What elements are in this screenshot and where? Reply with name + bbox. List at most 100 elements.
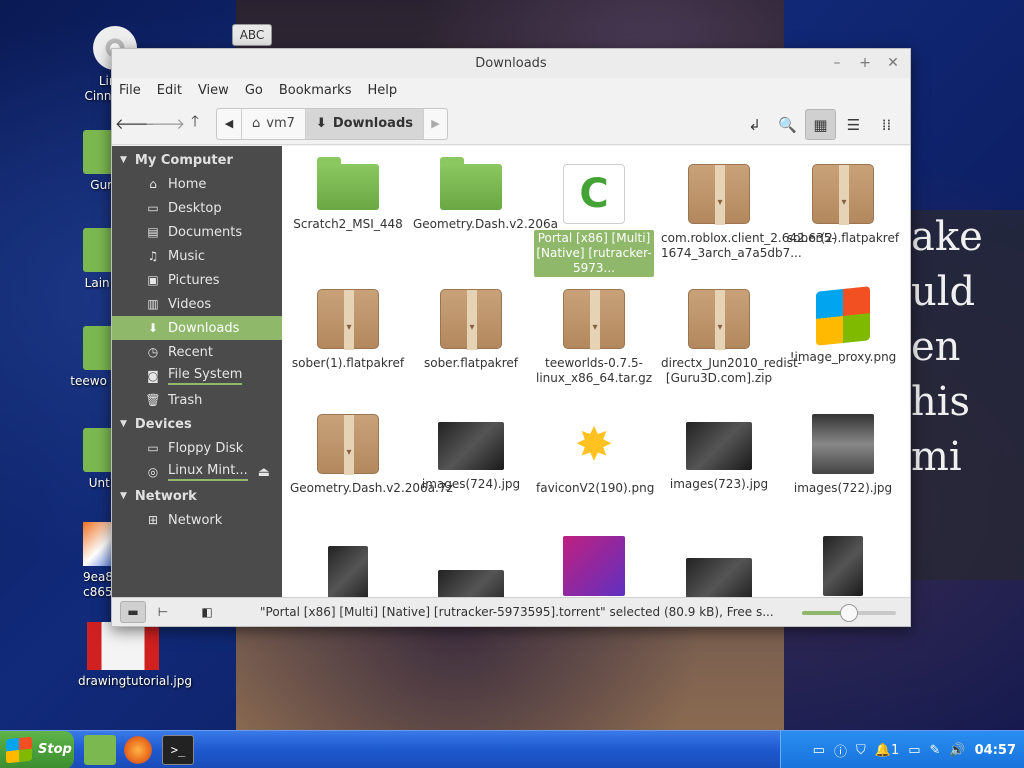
shield-icon[interactable]: ⛉ [856,743,866,758]
toggle-sidebar-button[interactable]: ◧ [194,601,220,623]
sidebar-item-linux-mint[interactable]: ◎ Linux Mint... ⏏ [112,460,282,484]
sidebar-item-label: Downloads [168,320,240,336]
file-item[interactable] [783,536,903,598]
file-item[interactable]: ✸ faviconV2(190).png [534,414,654,497]
package-icon [317,414,379,475]
taskbar-firefox[interactable] [124,735,152,764]
start-button-label: Stop [38,742,72,757]
breadcrumb-home[interactable]: ⌂ vm7 [241,108,305,139]
list-view-button[interactable]: ☰ [838,109,869,140]
keyboard-layout-badge[interactable]: ABC [232,24,272,46]
clock[interactable]: 04:57 [975,743,1016,758]
file-item[interactable]: images(724).jpg [411,414,531,493]
show-places-button[interactable]: ▬ [120,601,146,623]
maximize-button[interactable]: + [858,49,872,78]
desktop-icon-drawingtutorial[interactable]: drawingtutorial.jpg [78,622,192,689]
menu-view[interactable]: View [198,83,229,98]
status-text: "Portal [x86] [Multi] [Native] [rutracke… [260,605,774,619]
sidebar-item-recent[interactable]: ◷ Recent [112,340,282,364]
file-item[interactable]: directx_Jun2010_redist-[Guru3D.com].zip [659,289,802,387]
eject-icon[interactable]: ⏏ [258,465,270,480]
taskbar: Stop >_ ▭ ⓘ ⛉ 🔔1 ▭ ✎ 🔊 04:57 [0,730,1024,768]
window-titlebar[interactable]: Downloads – + ✕ [112,49,910,78]
zoom-slider[interactable] [802,604,896,622]
minimize-button[interactable]: – [830,49,844,78]
clipboard-icon[interactable]: ⓘ [834,741,847,760]
compact-view-button[interactable]: ⁞⁞ [871,109,902,140]
file-name: images(723).jpg [669,477,769,491]
menu-help[interactable]: Help [367,83,397,98]
file-item[interactable]: images(723).jpg [659,414,779,493]
sidebar-header-devices[interactable]: ▼ Devices [112,412,282,436]
file-item[interactable] [659,550,779,598]
compact-grid-icon: ⁞⁞ [881,115,892,134]
file-item[interactable] [411,562,531,598]
file-item[interactable]: sober(1).flatpakref [288,289,408,372]
file-item-selected[interactable]: C Portal [x86] [Multi] [Native] [rutrack… [534,164,654,277]
search-icon: 🔍 [778,115,797,134]
file-grid[interactable]: Scratch2_MSI_448 Geometry.Dash.v2.206a C… [282,146,910,598]
close-button[interactable]: ✕ [886,49,900,78]
menu-go[interactable]: Go [245,83,263,98]
file-item[interactable]: sober.flatpakref [411,289,531,372]
sidebar-item-trash[interactable]: 🗑 Trash [112,388,282,412]
volume-icon[interactable]: 🔊 [949,743,965,758]
window-list-icon[interactable]: ▭ [908,743,920,758]
notification-icon[interactable]: 🔔1 [875,743,899,758]
display-icon[interactable]: ▭ [813,743,825,758]
menu-bookmarks[interactable]: Bookmarks [279,83,352,98]
file-manager-window[interactable]: Downloads – + ✕ File Edit View Go Bookma… [111,48,911,627]
sidebar-header-network[interactable]: ▼ Network [112,484,282,508]
show-treeview-button[interactable]: ⊢ [150,601,176,623]
file-item[interactable] [288,546,408,598]
network-icon[interactable]: ✎ [930,743,941,758]
file-item[interactable]: !image_proxy.png [783,286,903,366]
sidebar-item-network[interactable]: ⊞ Network [112,508,282,532]
wallpaper-text-line: en [911,324,961,370]
start-button[interactable]: Stop [0,730,74,768]
window-controls: – + ✕ [830,49,900,78]
breadcrumb-downloads[interactable]: ⬇ Downloads [304,108,424,139]
taskbar-terminal[interactable]: >_ [162,734,194,765]
sidebar-item-pictures[interactable]: ▣ Pictures [112,268,282,292]
sidebar-item-home[interactable]: ⌂ Home [112,172,282,196]
file-item[interactable]: Geometry.Dash.v2.206a [411,157,558,233]
breadcrumb-scroll-left[interactable]: ◀ [217,109,241,139]
package-icon [563,289,625,350]
breadcrumb-scroll-right[interactable]: ▶ [423,108,447,139]
file-item[interactable]: sober(2).flatpakref [783,164,903,247]
sidebar-item-music[interactable]: ♫ Music [112,244,282,268]
sidebar-item-downloads[interactable]: ⬇ Downloads [112,316,282,340]
wallpaper-text-line: ake [911,214,983,260]
file-item[interactable]: com.roblox.client_2.642.635-1674_3arch_a… [659,164,836,262]
file-item[interactable] [534,536,654,598]
file-name: Portal [x86] [Multi] [Native] [rutracker… [534,230,654,277]
folder-icon [317,157,379,210]
menu-file[interactable]: File [119,83,141,98]
zoom-slider-handle[interactable] [840,604,858,622]
grid-icon: ▦ [813,115,828,134]
forward-button[interactable]: 🡒 [145,109,185,139]
menu-edit[interactable]: Edit [157,83,182,98]
sidebar-item-desktop[interactable]: ▭ Desktop [112,196,282,220]
sidebar-item-label: Floppy Disk [168,440,244,456]
file-item[interactable]: Scratch2_MSI_448 [288,157,408,233]
image-thumbnail [823,536,863,596]
sidebar-header-my-computer[interactable]: ▼ My Computer [112,148,282,172]
file-item[interactable]: images(722).jpg [783,414,903,497]
sidebar-item-floppy-disk[interactable]: ▭ Floppy Disk [112,436,282,460]
file-name: sober(1).flatpakref [291,356,405,370]
image-thumbnail [812,414,874,474]
sidebar-item-videos[interactable]: ▥ Videos [112,292,282,316]
up-button[interactable]: 🡑 [180,109,210,139]
search-button[interactable]: 🔍 [772,109,803,140]
taskbar-file-manager[interactable] [84,734,116,765]
location-toggle-button[interactable]: ↲ [739,109,770,140]
breadcrumb-label: Downloads [332,116,414,131]
sidebar-item-file-system[interactable]: ◙ File System [112,364,282,388]
icon-view-button[interactable]: ▦ [805,109,836,140]
file-item[interactable]: teeworlds-0.7.5-linux_x86_64.tar.gz [534,289,654,387]
file-item[interactable]: Geometry.Dash.v2.206a.7z [288,414,453,497]
sidebar-item-documents[interactable]: ▤ Documents [112,220,282,244]
sidebar-item-label: Network [168,512,223,528]
